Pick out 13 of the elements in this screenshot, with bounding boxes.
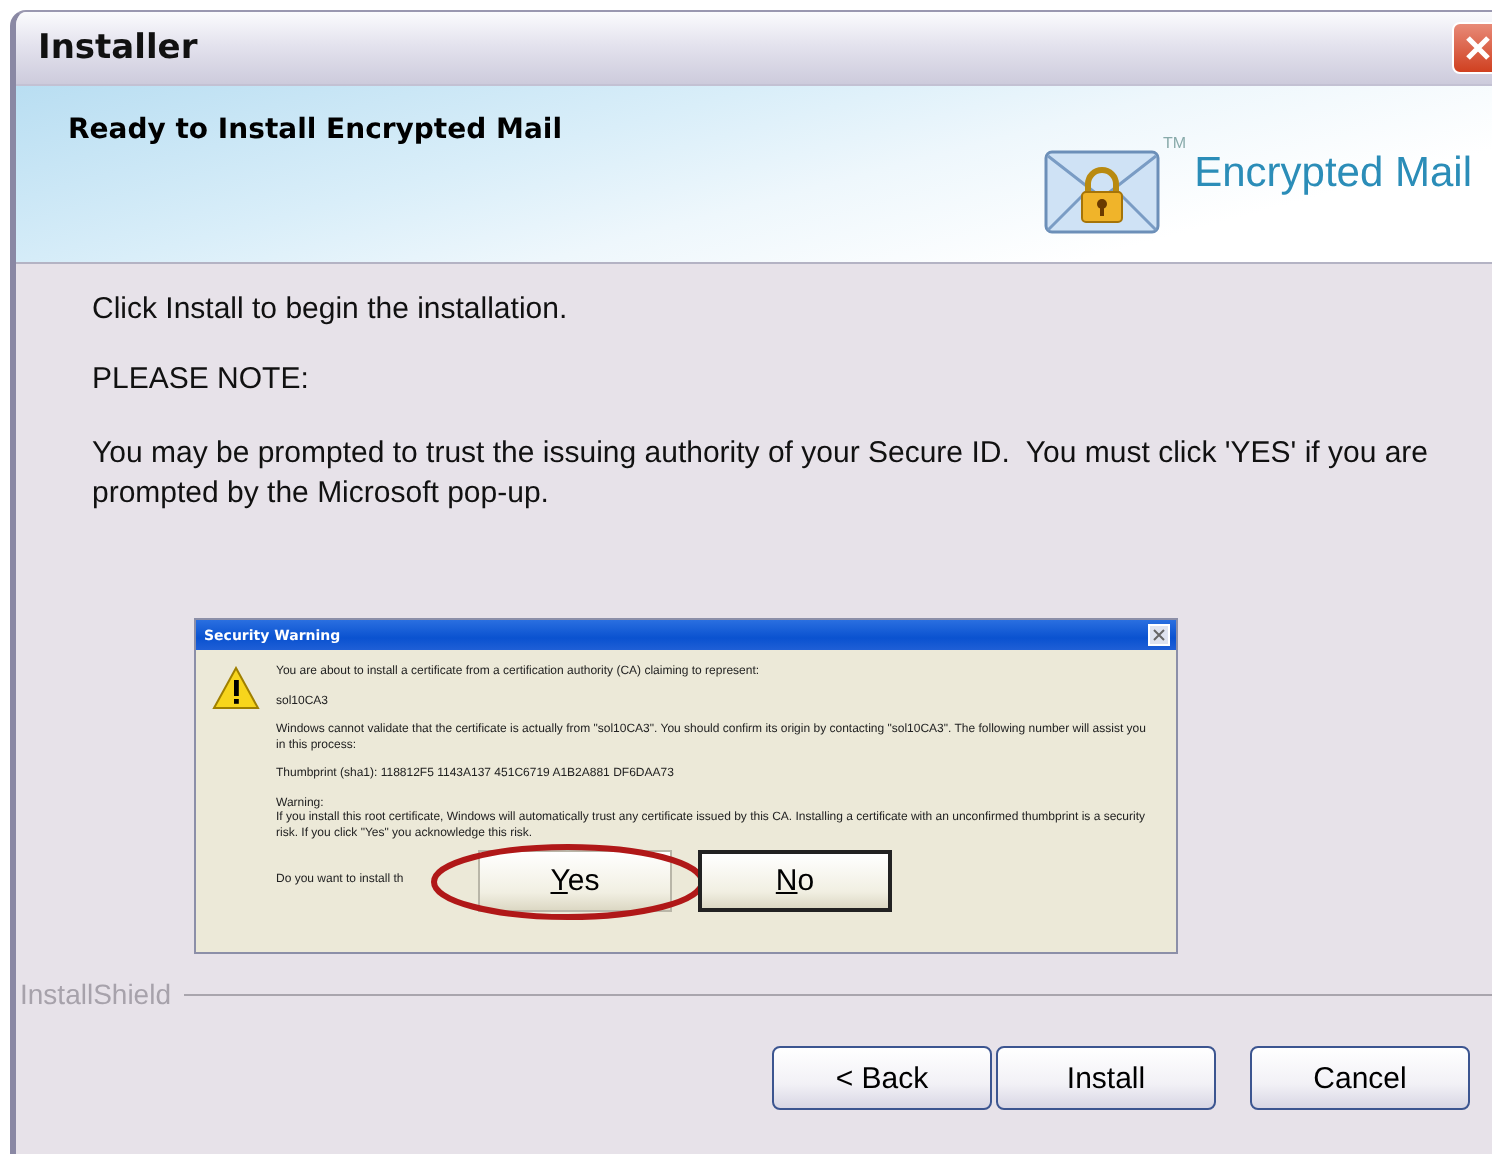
back-button[interactable]: < Back: [772, 1046, 992, 1110]
instruction-text: Click Install to begin the installation.: [92, 292, 570, 326]
window-title: Installer: [38, 28, 198, 68]
brand-label: InstallShield: [20, 978, 171, 1010]
note-text: You may be prompted to trust the issuing authority of your Secure ID. You must click 'YES' if you are prompted by the Microsoft pop-up.: [92, 434, 1431, 514]
logo-text: Encrypted Mail: [1194, 150, 1472, 198]
yes-button[interactable]: Yes: [478, 850, 672, 912]
trademark-mark: TM: [1163, 134, 1187, 152]
install-button[interactable]: Install: [996, 1046, 1216, 1110]
cancel-button[interactable]: Cancel: [1250, 1046, 1470, 1110]
note-heading: PLEASE NOTE:: [92, 362, 311, 396]
page-heading: Ready to Install Encrypted Mail: [68, 114, 562, 146]
no-button[interactable]: No: [698, 850, 892, 912]
